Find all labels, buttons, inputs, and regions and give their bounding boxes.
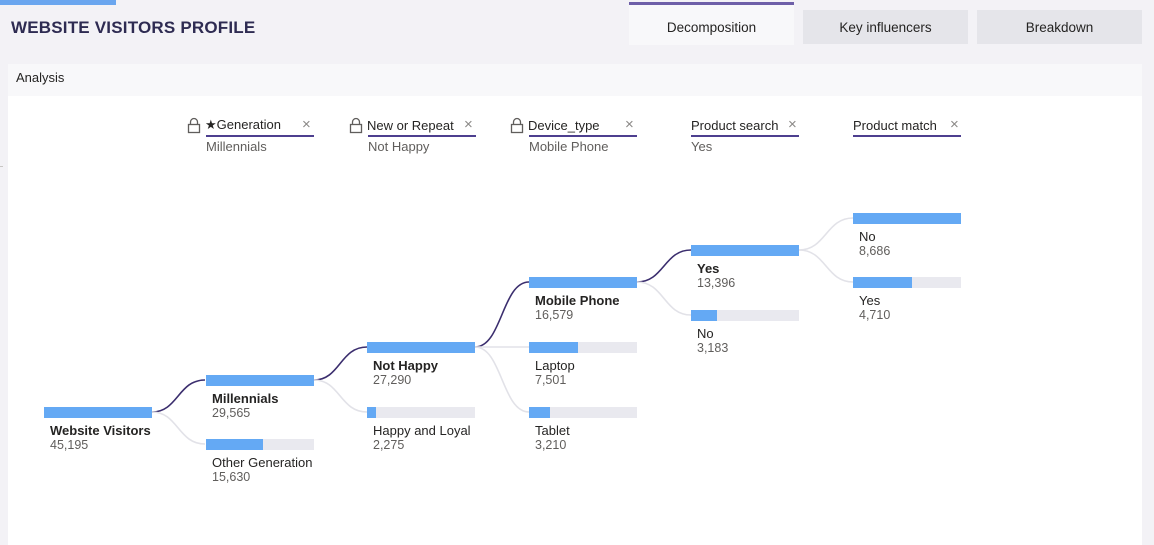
node-label: Tablet bbox=[535, 423, 570, 438]
node-label: Millennials bbox=[212, 391, 279, 406]
bar-fill bbox=[853, 213, 961, 224]
node-label: Website Visitors bbox=[50, 423, 151, 438]
bar-fill bbox=[529, 407, 550, 418]
level-underline bbox=[853, 135, 961, 137]
level-underline bbox=[529, 135, 637, 137]
bar-fill bbox=[691, 245, 799, 256]
bar-fill bbox=[206, 439, 264, 450]
level-underline bbox=[691, 135, 799, 137]
divider bbox=[0, 166, 3, 167]
node-value: 13,396 bbox=[697, 276, 736, 290]
level-underline bbox=[206, 135, 314, 137]
level-label-product-match[interactable]: Product match bbox=[853, 118, 937, 133]
page-title: WEBSITE VISITORS PROFILE bbox=[11, 18, 256, 37]
node-value: 3,210 bbox=[535, 438, 567, 452]
node-value: 15,630 bbox=[212, 470, 251, 484]
level-label-product-search[interactable]: Product search bbox=[691, 118, 778, 133]
node-value: 29,565 bbox=[212, 406, 251, 420]
panel-header: Analysis bbox=[8, 64, 1142, 96]
level-label-device-type[interactable]: Device_type bbox=[528, 118, 600, 133]
node-label: No bbox=[859, 229, 876, 244]
lock-icon[interactable] bbox=[349, 117, 363, 134]
level-header-new-or-repeat: New or Repeat × Not Happy bbox=[349, 115, 479, 154]
close-icon[interactable]: × bbox=[950, 116, 959, 134]
level-underline bbox=[368, 135, 476, 137]
node-label: Yes bbox=[859, 293, 881, 308]
tab-decomposition[interactable]: Decomposition bbox=[629, 2, 794, 45]
node-value: 16,579 bbox=[535, 308, 574, 322]
node-value: 4,710 bbox=[859, 308, 891, 322]
lock-icon[interactable] bbox=[187, 117, 201, 134]
node-value: 27,290 bbox=[373, 373, 412, 387]
level-label-new-or-repeat[interactable]: New or Repeat bbox=[367, 118, 454, 133]
bar-fill bbox=[853, 277, 912, 288]
bar-track bbox=[367, 407, 475, 418]
accent-strip bbox=[0, 0, 116, 5]
close-icon[interactable]: × bbox=[625, 116, 634, 134]
node-label: No bbox=[697, 326, 714, 341]
node-value: 7,501 bbox=[535, 373, 567, 387]
level-selection-product-search: Yes bbox=[691, 139, 713, 154]
level-header-generation: ★Generation × Millennials bbox=[187, 115, 317, 154]
node-value: 45,195 bbox=[50, 438, 89, 452]
close-icon[interactable]: × bbox=[302, 116, 311, 134]
node-label: Other Generation bbox=[212, 455, 313, 470]
bar-fill bbox=[44, 407, 152, 418]
level-header-product-search: Product search × Yes bbox=[691, 115, 803, 154]
tab-key-influencers[interactable]: Key influencers bbox=[803, 10, 968, 44]
level-header-product-match: Product match × bbox=[853, 115, 965, 151]
bar-fill bbox=[367, 407, 376, 418]
level-label-generation[interactable]: ★Generation bbox=[205, 117, 281, 133]
node-label: Not Happy bbox=[373, 358, 438, 373]
bar-fill bbox=[691, 310, 717, 321]
level-selection-device-type: Mobile Phone bbox=[529, 139, 609, 154]
node-value: 3,183 bbox=[697, 341, 729, 355]
level-selection-new-or-repeat: Not Happy bbox=[368, 139, 430, 154]
bar-fill bbox=[367, 342, 475, 353]
close-icon[interactable]: × bbox=[464, 116, 473, 134]
bar-fill bbox=[206, 375, 314, 386]
level-selection-generation: Millennials bbox=[206, 139, 267, 154]
bar-fill bbox=[529, 342, 578, 353]
node-label: Mobile Phone bbox=[535, 293, 620, 308]
lock-icon[interactable] bbox=[510, 117, 524, 134]
node-label: Laptop bbox=[535, 358, 575, 373]
close-icon[interactable]: × bbox=[788, 116, 797, 134]
node-value: 2,275 bbox=[373, 438, 405, 452]
panel-title: Analysis bbox=[16, 70, 65, 85]
bar-fill bbox=[529, 277, 637, 288]
tab-breakdown[interactable]: Breakdown bbox=[977, 10, 1142, 44]
level-header-device-type: Device_type × Mobile Phone bbox=[510, 115, 640, 154]
node-value: 8,686 bbox=[859, 244, 891, 258]
node-label: Happy and Loyal bbox=[373, 423, 471, 438]
node-label: Yes bbox=[697, 261, 720, 276]
